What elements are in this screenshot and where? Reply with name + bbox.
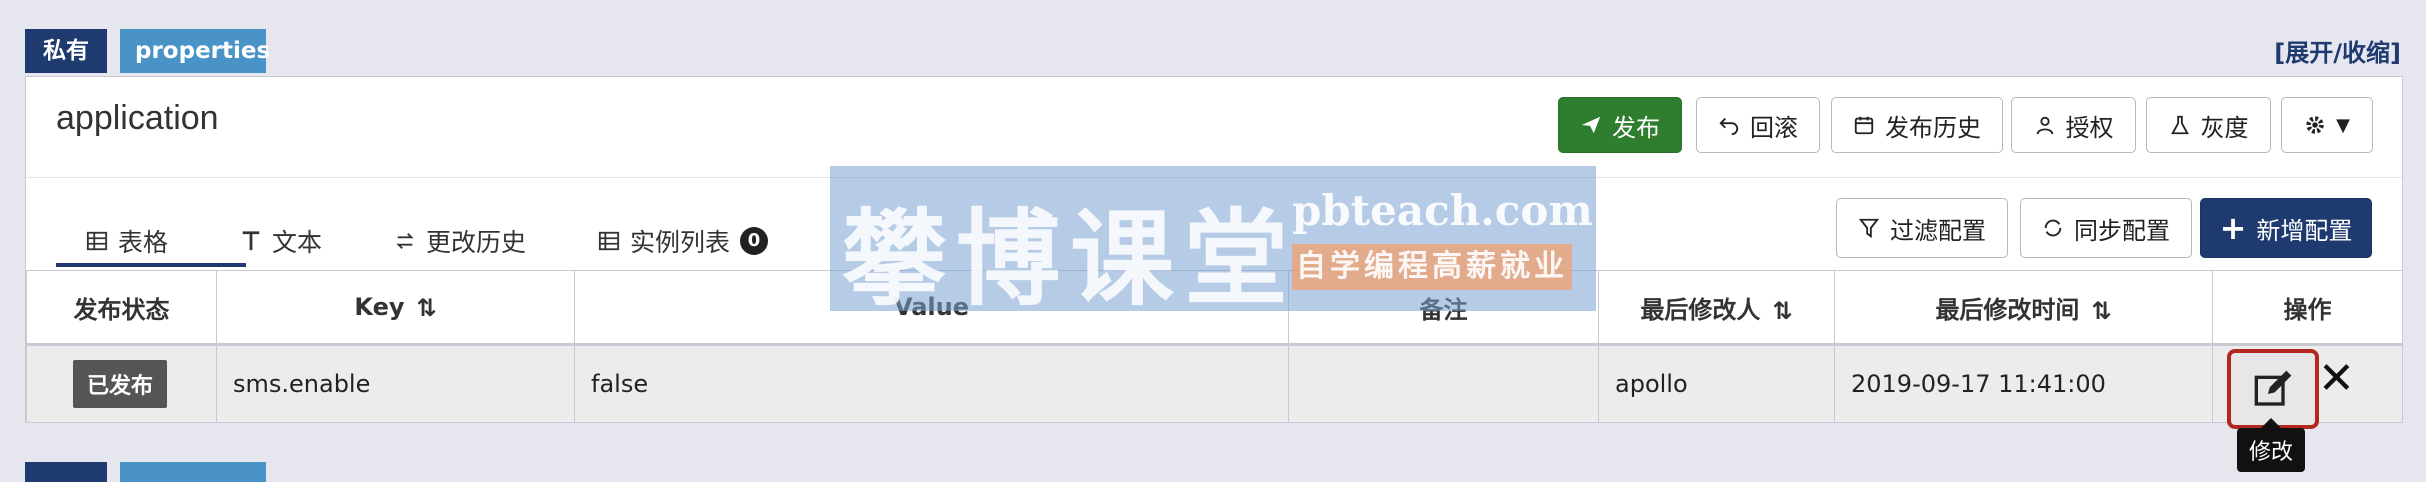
header-status: 发布状态 bbox=[26, 270, 217, 346]
watermark-domain: pbteach.com bbox=[1292, 186, 1593, 235]
calendar-icon bbox=[1854, 116, 1874, 135]
table-row: 已发布 sms.enable false apollo 2019-09-17 1… bbox=[26, 344, 2403, 423]
add-config-button[interactable]: + 新增配置 bbox=[2200, 198, 2372, 258]
watermark-slogan: 自学编程高薪就业 bbox=[1292, 244, 1572, 290]
sync-config-button[interactable]: 同步配置 bbox=[2020, 198, 2192, 258]
settings-dropdown-button[interactable]: ▼ bbox=[2281, 97, 2373, 153]
filter-config-button[interactable]: 过滤配置 bbox=[1836, 198, 2008, 258]
modified-time-cell: 2019-09-17 11:41:00 bbox=[1834, 344, 2213, 423]
undo-icon bbox=[1719, 117, 1739, 136]
gear-icon bbox=[2306, 116, 2324, 134]
watermark-brand: 攀博课堂 bbox=[842, 198, 1299, 311]
plus-icon: + bbox=[2219, 209, 2247, 247]
instance-count-badge: 0 bbox=[740, 227, 769, 255]
caret-down-icon: ▼ bbox=[2336, 114, 2350, 136]
publish-button[interactable]: 发布 bbox=[1558, 97, 1682, 153]
sort-icon[interactable]: ⇅ bbox=[2091, 297, 2111, 325]
tab-text[interactable]: 文本 bbox=[240, 221, 322, 261]
edit-icon bbox=[2254, 370, 2292, 406]
next-namespace-tag bbox=[120, 462, 266, 482]
panel-header: application 发布 回滚 发布历史 授权 灰度 ▼ bbox=[26, 77, 2402, 178]
text-icon bbox=[242, 231, 260, 251]
header-modifier[interactable]: 最后修改人 ⇅ bbox=[1598, 270, 1835, 346]
authorize-button[interactable]: 授权 bbox=[2011, 97, 2136, 153]
flask-icon bbox=[2170, 115, 2189, 135]
instance-list-icon bbox=[598, 231, 620, 251]
expand-collapse-link[interactable]: [展开/收缩] bbox=[2274, 33, 2401, 68]
rollback-button[interactable]: 回滚 bbox=[1696, 97, 1820, 153]
key-cell: sms.enable bbox=[216, 344, 575, 423]
modifier-cell: apollo bbox=[1598, 344, 1835, 423]
private-tag: 私有 bbox=[25, 29, 107, 73]
send-icon bbox=[1581, 116, 1601, 134]
publish-history-button[interactable]: 发布历史 bbox=[1831, 97, 2003, 153]
gray-release-button[interactable]: 灰度 bbox=[2146, 97, 2271, 153]
tab-change-history[interactable]: 更改历史 bbox=[394, 221, 526, 261]
tab-instance-list[interactable]: 实例列表 0 bbox=[598, 221, 769, 261]
user-icon bbox=[2036, 116, 2053, 135]
namespace-name-tag: properties bbox=[120, 29, 270, 73]
history-icon bbox=[396, 233, 414, 249]
header-key[interactable]: Key ⇅ bbox=[216, 270, 575, 346]
filter-icon bbox=[1858, 218, 1880, 239]
comment-cell bbox=[1288, 344, 1599, 423]
value-cell: false bbox=[574, 344, 1289, 423]
sort-icon[interactable]: ⇅ bbox=[417, 294, 437, 322]
watermark-overlay: 攀博课堂 pbteach.com 自学编程高薪就业 bbox=[830, 166, 1596, 311]
app-title: application bbox=[56, 99, 219, 137]
next-private-tag bbox=[25, 462, 107, 482]
edit-button[interactable] bbox=[2227, 349, 2319, 429]
edit-tooltip: 修改 bbox=[2237, 418, 2306, 472]
status-cell: 已发布 bbox=[26, 344, 217, 423]
sync-icon bbox=[2044, 219, 2062, 237]
delete-icon[interactable]: ✕ bbox=[2318, 353, 2355, 404]
published-status-label: 已发布 bbox=[73, 360, 168, 408]
active-tab-indicator bbox=[56, 263, 246, 267]
header-modified-time[interactable]: 最后修改时间 ⇅ bbox=[1834, 270, 2213, 346]
table-icon bbox=[86, 231, 108, 251]
tab-table[interactable]: 表格 bbox=[86, 221, 168, 261]
sort-icon[interactable]: ⇅ bbox=[1772, 297, 1792, 325]
header-actions: 操作 bbox=[2212, 270, 2403, 346]
